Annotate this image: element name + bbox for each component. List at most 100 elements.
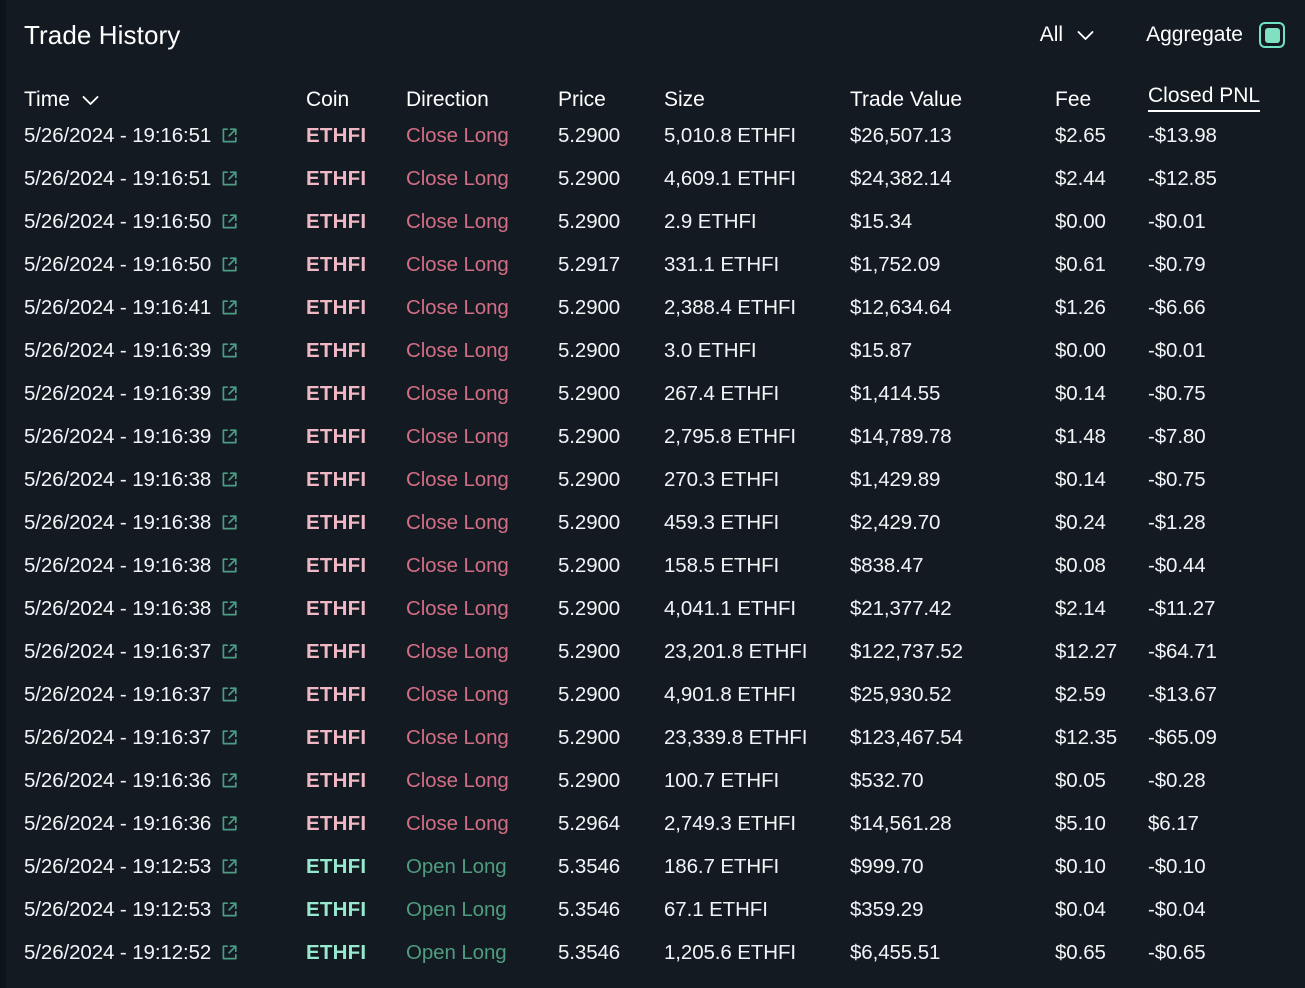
cell-trade-value: $26,507.13: [850, 123, 952, 147]
cell-trade-value: $123,467.54: [850, 725, 963, 749]
cell-trade-value: $15.34: [850, 209, 913, 233]
cell-size: 267.4 ETHFI: [664, 381, 780, 405]
column-header-fee[interactable]: Fee: [1055, 88, 1148, 112]
column-header-size[interactable]: Size: [664, 88, 850, 112]
external-link-icon[interactable]: [221, 342, 238, 359]
aggregate-checkbox[interactable]: [1259, 22, 1285, 48]
table-row[interactable]: 5/26/2024 - 19:16:50 ETHFI Close Long 5.…: [0, 243, 1305, 286]
table-row[interactable]: 5/26/2024 - 19:16:39 ETHFI Close Long 5.…: [0, 415, 1305, 458]
cell-direction: Close Long: [406, 382, 558, 406]
cell-closed-pnl: -$13.98: [1148, 123, 1217, 147]
cell-trade-value: $24,382.14: [850, 166, 952, 190]
table-row[interactable]: 5/26/2024 - 19:16:38 ETHFI Close Long 5.…: [0, 458, 1305, 501]
external-link-icon[interactable]: [221, 901, 238, 918]
coin-symbol: ETHFI: [306, 338, 367, 362]
external-link-icon[interactable]: [221, 686, 238, 703]
column-header-closed-pnl[interactable]: Closed PNL: [1148, 84, 1298, 112]
table-row[interactable]: 5/26/2024 - 19:12:53 ETHFI Open Long 5.3…: [0, 845, 1305, 888]
table-row[interactable]: 5/26/2024 - 19:16:51 ETHFI Close Long 5.…: [0, 114, 1305, 157]
cell-size: 1,205.6 ETHFI: [664, 940, 797, 964]
table-row[interactable]: 5/26/2024 - 19:16:37 ETHFI Close Long 5.…: [0, 630, 1305, 673]
column-header-time-label: Time: [24, 88, 70, 111]
trade-timestamp: 5/26/2024 - 19:16:50: [24, 252, 212, 276]
external-link-icon[interactable]: [221, 428, 238, 445]
page-title: Trade History: [24, 19, 181, 50]
external-link-icon[interactable]: [221, 815, 238, 832]
external-link-icon[interactable]: [221, 600, 238, 617]
cell-closed-pnl: -$6.66: [1148, 295, 1206, 319]
table-row[interactable]: 5/26/2024 - 19:16:51 ETHFI Close Long 5.…: [0, 157, 1305, 200]
external-link-icon[interactable]: [221, 256, 238, 273]
column-header-time[interactable]: Time: [24, 88, 306, 112]
table-row[interactable]: 5/26/2024 - 19:16:37 ETHFI Close Long 5.…: [0, 716, 1305, 759]
external-link-icon[interactable]: [221, 944, 238, 961]
external-link-icon[interactable]: [221, 299, 238, 316]
column-header-price[interactable]: Price: [558, 88, 664, 112]
cell-trade-value: $838.47: [850, 553, 924, 577]
cell-closed-pnl: -$11.27: [1148, 596, 1216, 620]
cell-trade-value: $14,561.28: [850, 811, 952, 835]
direction-label: Close Long: [406, 381, 509, 405]
cell-closed-pnl: -$13.67: [1148, 682, 1217, 706]
coin-symbol: ETHFI: [306, 897, 367, 921]
direction-label: Close Long: [406, 295, 509, 319]
chevron-down-icon: [1077, 30, 1094, 41]
trade-timestamp: 5/26/2024 - 19:12:52: [24, 940, 212, 964]
column-header-coin[interactable]: Coin: [306, 88, 406, 112]
cell-trade-value: $14,789.78: [850, 424, 952, 448]
cell-time: 5/26/2024 - 19:16:36: [24, 769, 306, 793]
trade-timestamp: 5/26/2024 - 19:16:37: [24, 725, 212, 749]
table-row[interactable]: 5/26/2024 - 19:16:50 ETHFI Close Long 5.…: [0, 200, 1305, 243]
cell-trade-value: $1,414.55: [850, 381, 941, 405]
table-row[interactable]: 5/26/2024 - 19:16:39 ETHFI Close Long 5.…: [0, 372, 1305, 415]
cell-price: 5.2900: [558, 682, 621, 706]
cell-closed-pnl: -$0.44: [1148, 553, 1206, 577]
external-link-icon[interactable]: [221, 858, 238, 875]
table-row[interactable]: 5/26/2024 - 19:16:36 ETHFI Close Long 5.…: [0, 759, 1305, 802]
cell-direction: Close Long: [406, 769, 558, 793]
cell-coin: ETHFI: [306, 812, 406, 836]
external-link-icon[interactable]: [221, 213, 238, 230]
cell-direction: Close Long: [406, 554, 558, 578]
table-row[interactable]: 5/26/2024 - 19:16:37 ETHFI Close Long 5.…: [0, 673, 1305, 716]
external-link-icon[interactable]: [221, 170, 238, 187]
external-link-icon[interactable]: [221, 557, 238, 574]
external-link-icon[interactable]: [221, 127, 238, 144]
coin-symbol: ETHFI: [306, 811, 367, 835]
cell-price: 5.2900: [558, 639, 621, 663]
coin-symbol: ETHFI: [306, 252, 367, 276]
trade-timestamp: 5/26/2024 - 19:16:41: [24, 295, 212, 319]
cell-price: 5.2917: [558, 252, 621, 276]
external-link-icon[interactable]: [221, 471, 238, 488]
cell-size: 3.0 ETHFI: [664, 338, 757, 362]
external-link-icon[interactable]: [221, 385, 238, 402]
table-row[interactable]: 5/26/2024 - 19:16:39 ETHFI Close Long 5.…: [0, 329, 1305, 372]
column-header-direction[interactable]: Direction: [406, 88, 558, 112]
aggregate-toggle[interactable]: Aggregate: [1146, 22, 1285, 48]
external-link-icon[interactable]: [221, 514, 238, 531]
coin-filter-dropdown[interactable]: All: [1030, 19, 1102, 51]
external-link-icon[interactable]: [221, 643, 238, 660]
table-row[interactable]: 5/26/2024 - 19:16:38 ETHFI Close Long 5.…: [0, 544, 1305, 587]
cell-size: 158.5 ETHFI: [664, 553, 780, 577]
external-link-icon[interactable]: [221, 729, 238, 746]
table-row[interactable]: 5/26/2024 - 19:16:38 ETHFI Close Long 5.…: [0, 587, 1305, 630]
cell-closed-pnl: -$0.01: [1148, 338, 1206, 362]
trade-timestamp: 5/26/2024 - 19:16:51: [24, 166, 212, 190]
cell-price: 5.2900: [558, 424, 621, 448]
cell-fee: $0.05: [1055, 768, 1106, 792]
cell-trade-value: $2,429.70: [850, 510, 941, 534]
table-row[interactable]: 5/26/2024 - 19:16:36 ETHFI Close Long 5.…: [0, 802, 1305, 845]
column-header-trade-value[interactable]: Trade Value: [850, 88, 1055, 112]
trade-history-panel: Trade History All Aggregate Time Coin Di…: [0, 0, 1305, 988]
table-row[interactable]: 5/26/2024 - 19:12:53 ETHFI Open Long 5.3…: [0, 888, 1305, 931]
table-row[interactable]: 5/26/2024 - 19:12:52 ETHFI Open Long 5.3…: [0, 931, 1305, 974]
cell-trade-value: $1,752.09: [850, 252, 941, 276]
table-row[interactable]: 5/26/2024 - 19:16:38 ETHFI Close Long 5.…: [0, 501, 1305, 544]
cell-fee: $0.14: [1055, 381, 1106, 405]
external-link-icon[interactable]: [221, 772, 238, 789]
cell-direction: Close Long: [406, 597, 558, 621]
table-row[interactable]: 5/26/2024 - 19:16:41 ETHFI Close Long 5.…: [0, 286, 1305, 329]
cell-time: 5/26/2024 - 19:12:53: [24, 855, 306, 879]
cell-coin: ETHFI: [306, 941, 406, 965]
